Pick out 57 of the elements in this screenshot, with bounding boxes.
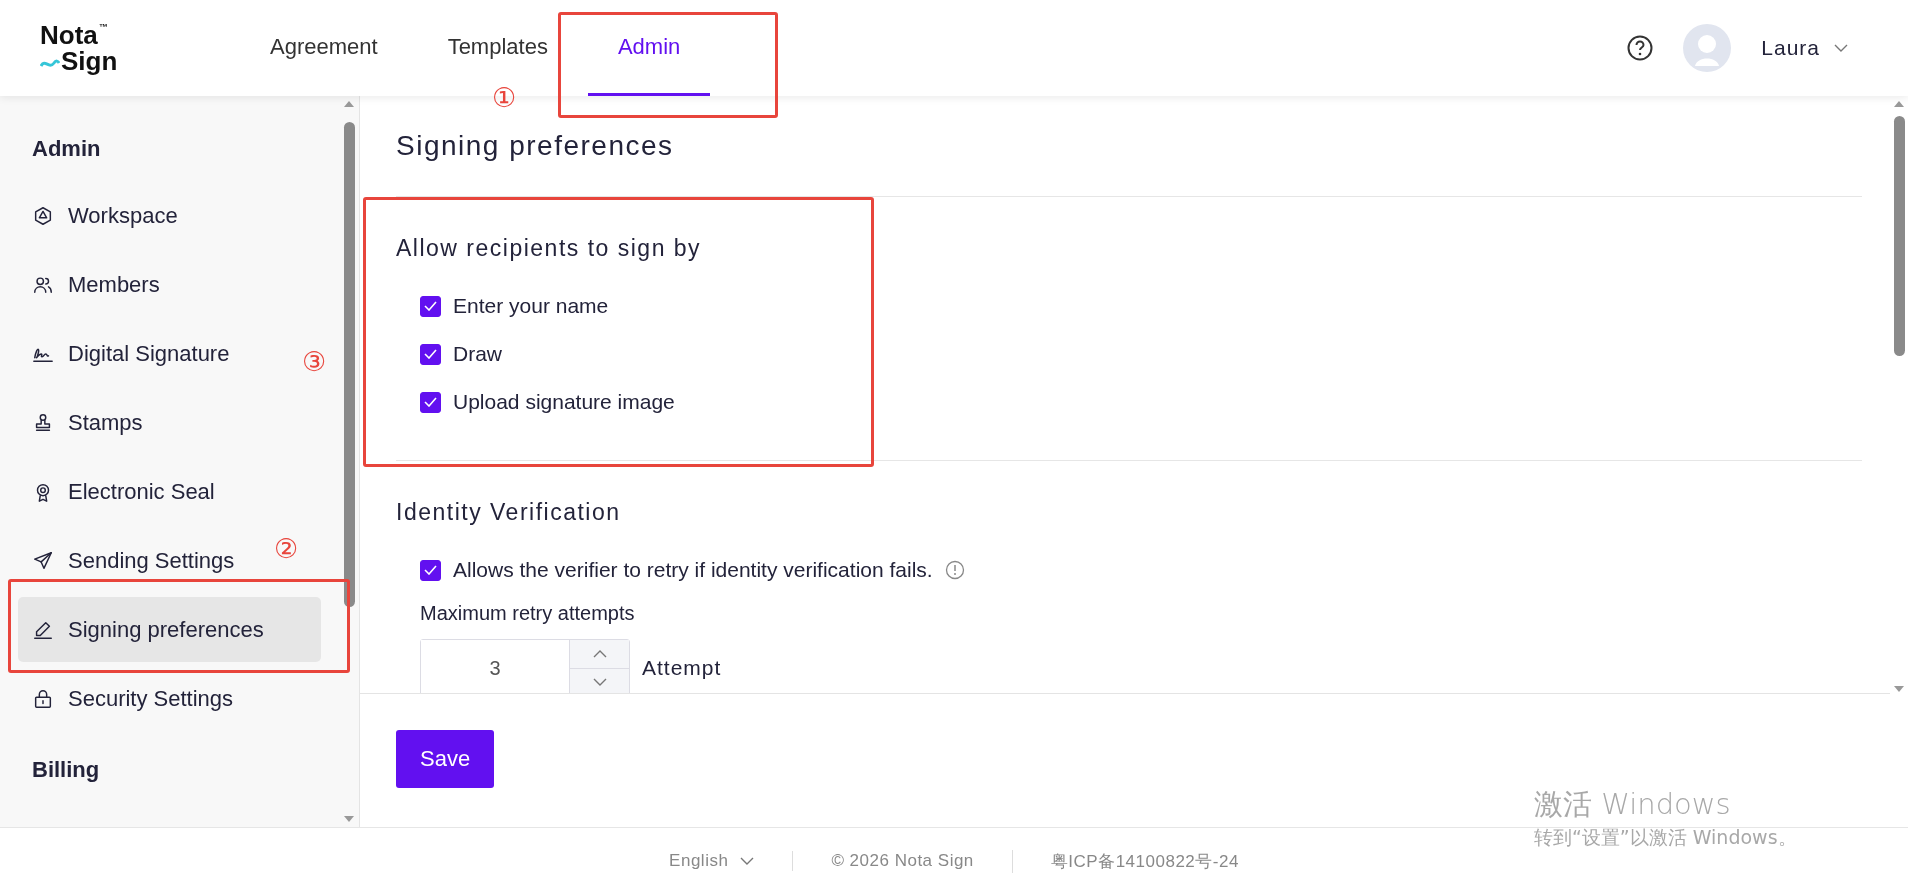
field-label: Maximum retry attempts [419, 602, 636, 625]
chevron-up-icon [592, 649, 607, 658]
sidebar-item[interactable]: Sending Settings [18, 528, 235, 593]
scrollbar-thumb[interactable] [343, 122, 355, 607]
scroll-up-icon[interactable] [343, 100, 355, 108]
copyright-text: © 2026 Nota Sign [792, 851, 1012, 871]
check-icon [424, 565, 437, 575]
hexagon-icon [32, 204, 54, 227]
sidebar-item[interactable]: Stamps [18, 390, 143, 455]
annotation-number: ② [274, 535, 299, 562]
activation-title: 激活 Windows [1534, 786, 1732, 823]
section-title: Identity Verification [396, 499, 622, 526]
checkbox-label: Upload signature image [453, 390, 675, 414]
checkbox[interactable] [420, 559, 441, 581]
scroll-down-icon[interactable] [343, 815, 355, 823]
language-select[interactable]: English [631, 851, 793, 871]
activation-text: 转到“设置”以激活 Windows。 [1534, 825, 1797, 850]
checkbox-label: Draw [453, 342, 502, 366]
scrollbar-thumb[interactable] [1893, 116, 1905, 356]
sidebar-heading: Billing [31, 755, 101, 784]
chevron-down-icon [1834, 44, 1848, 52]
help-icon[interactable] [1627, 35, 1654, 61]
icp-text: 粤ICP备14100822号-24 [1011, 849, 1277, 873]
logo: Nota™ Sign [40, 19, 119, 78]
check-icon [424, 349, 437, 359]
info-icon[interactable] [944, 560, 965, 580]
sidebar-item[interactable]: Workspace [18, 183, 178, 248]
annotation-number: ③ [302, 348, 327, 375]
scroll-up-icon[interactable] [1893, 100, 1905, 108]
sidebar-item[interactable]: Members [18, 252, 160, 317]
send-icon [32, 549, 54, 572]
save-button[interactable]: Save [396, 730, 495, 788]
scroll-down-icon[interactable] [1893, 685, 1905, 693]
chevron-down-icon [592, 678, 607, 687]
section-title: Allow recipients to sign by [396, 235, 703, 262]
unit-label: Attempt [642, 656, 722, 680]
increment-button[interactable] [570, 640, 629, 668]
sidebar-item[interactable]: Security Settings [18, 666, 234, 731]
annotation-number: ① [492, 84, 517, 111]
checkbox[interactable] [420, 295, 441, 317]
checkbox-label: Allows the verifier to retry if identity verification fails. [453, 558, 933, 582]
nav-tab[interactable]: Agreement [240, 0, 408, 96]
user-menu[interactable]: Laura [1761, 36, 1848, 60]
lock-icon [32, 687, 54, 710]
checkbox[interactable] [420, 391, 441, 413]
check-icon [424, 301, 437, 311]
checkbox[interactable] [420, 343, 441, 365]
decrement-button[interactable] [570, 667, 629, 693]
sidebar-heading: Admin [31, 134, 102, 163]
sidebar-item[interactable]: Signing preferences [18, 597, 321, 662]
chevron-down-icon [740, 857, 755, 865]
sidebar-item[interactable]: Digital Signature [18, 321, 230, 386]
checkbox-label: Enter your name [453, 294, 609, 318]
check-icon [424, 397, 437, 407]
number-spinner[interactable]: 3 [420, 639, 630, 693]
nav-tab[interactable]: Admin [587, 0, 711, 96]
sidebar-item[interactable]: Electronic Seal [18, 459, 215, 524]
